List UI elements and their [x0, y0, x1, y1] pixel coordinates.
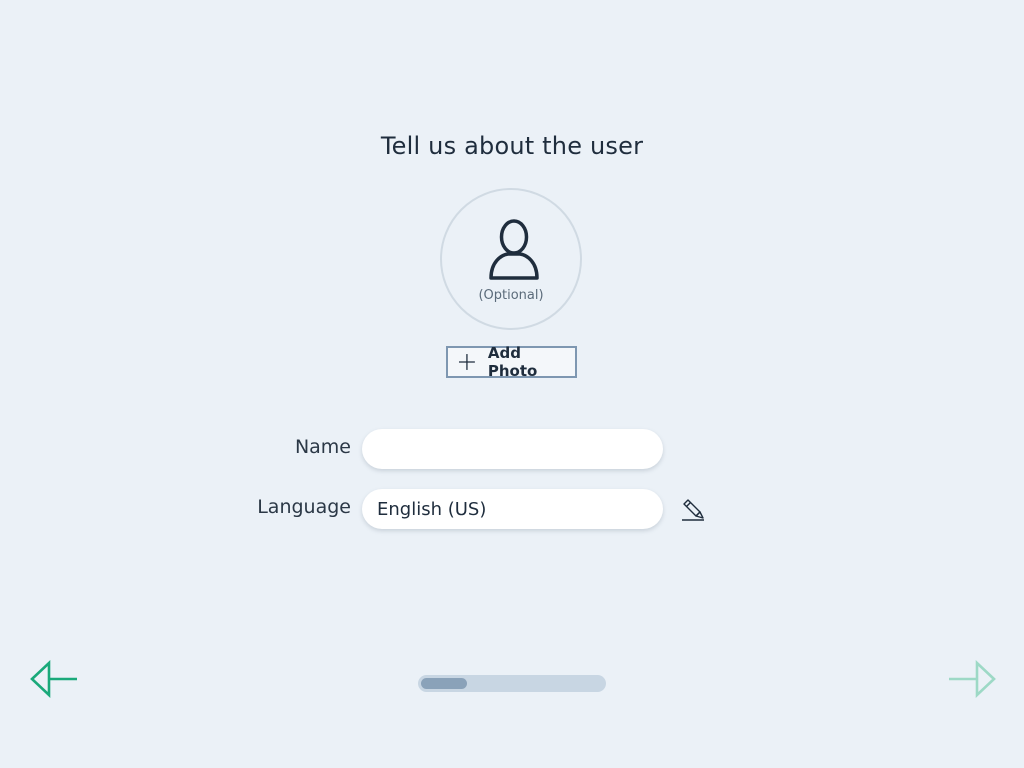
- user-setup-page: Tell us about the user (Optional) Add Ph…: [0, 0, 1024, 768]
- next-arrow-icon[interactable]: [946, 660, 998, 698]
- plus-icon: [458, 354, 475, 370]
- page-title: Tell us about the user: [380, 132, 644, 160]
- back-arrow-icon[interactable]: [28, 660, 80, 698]
- name-label: Name: [294, 436, 351, 458]
- add-photo-label: Add Photo: [487, 344, 538, 380]
- language-field[interactable]: [362, 489, 663, 529]
- progress-bar: [418, 675, 606, 692]
- person-icon: [489, 219, 539, 280]
- pencil-icon[interactable]: [680, 498, 706, 522]
- avatar-optional-hint: (Optional): [478, 288, 544, 303]
- progress-fill: [421, 678, 467, 689]
- add-photo-button[interactable]: Add Photo: [446, 344, 577, 380]
- avatar-placeholder[interactable]: (Optional): [440, 188, 582, 330]
- name-input[interactable]: [362, 429, 663, 469]
- language-label: Language: [257, 496, 351, 518]
